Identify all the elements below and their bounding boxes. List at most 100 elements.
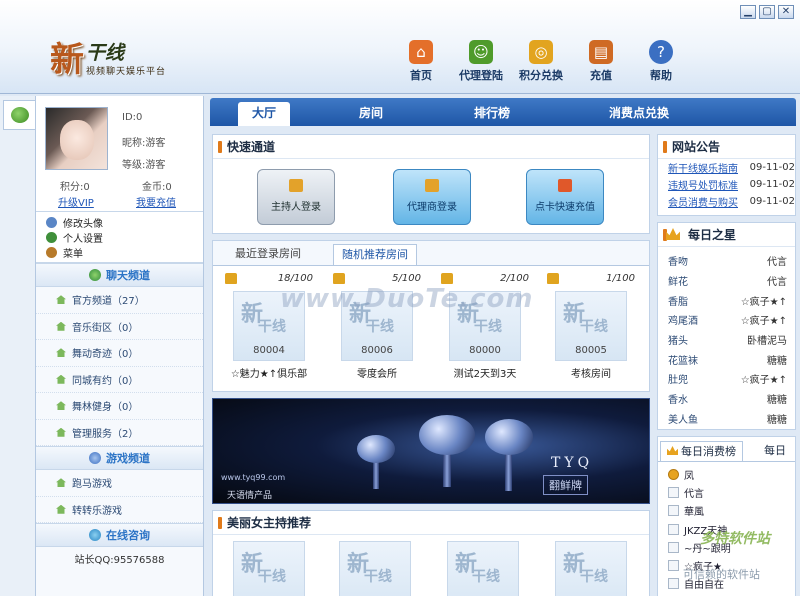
menu-menu[interactable]: 菜单 bbox=[46, 245, 203, 260]
logo-slogan: 视频聊天娱乐平台 bbox=[86, 67, 167, 77]
brand-logo[interactable]: 新 干线 视频聊天娱乐平台 bbox=[50, 34, 190, 84]
daily-star-title-text: 每日之星 bbox=[688, 228, 737, 242]
upgrade-vip-link[interactable]: 升级VIP bbox=[58, 194, 94, 209]
maximize-button[interactable]: ▢ bbox=[759, 5, 775, 19]
ad-banner[interactable]: www.tyq99.com 天语情产品 TYQ 翻鲜牌 bbox=[212, 398, 650, 504]
nav-label: 充值 bbox=[590, 69, 612, 82]
consume-item[interactable]: 華風 bbox=[658, 502, 795, 520]
side-tab-users[interactable] bbox=[3, 100, 35, 130]
main-tabbar: 大厅 房间 排行榜 消费点兑换 bbox=[210, 98, 796, 126]
users-icon bbox=[46, 217, 57, 228]
gift-name: 鲜花 bbox=[668, 277, 688, 289]
game-item[interactable]: 跑马游戏 bbox=[36, 470, 203, 497]
room-id: 80000 bbox=[469, 345, 501, 356]
tab-rooms[interactable]: 房间 bbox=[346, 102, 396, 126]
game-item[interactable]: 转转乐游戏 bbox=[36, 497, 203, 523]
menu-settings[interactable]: 个人设置 bbox=[46, 230, 203, 245]
daily-star-row[interactable]: 花篮袜 糖糖 bbox=[668, 349, 787, 369]
tab-lobby[interactable]: 大厅 bbox=[238, 102, 290, 126]
daily-star-row[interactable]: 香脂 ☆疯子★↑ bbox=[668, 290, 787, 310]
nav-help-button[interactable]: ? 帮助 bbox=[632, 40, 690, 83]
star-user: 代言 bbox=[767, 277, 787, 289]
hosts-panel: 美丽女主持推荐 新干线 新干线 新干线 新干线 bbox=[212, 510, 650, 596]
rank-badge-icon bbox=[668, 560, 679, 572]
host-thumbnail[interactable]: 新干线 bbox=[233, 541, 305, 596]
globe-icon bbox=[89, 269, 101, 281]
daily-star-row[interactable]: 美人鱼 糖糖 bbox=[668, 409, 787, 429]
notice-date: 09-11-02 bbox=[749, 179, 795, 190]
minimize-button[interactable]: ▁ bbox=[740, 5, 756, 19]
banner-url: www.tyq99.com bbox=[221, 473, 286, 482]
tab-recent-rooms[interactable]: 最近登录房间 bbox=[227, 244, 309, 265]
rank-badge-icon bbox=[668, 578, 679, 590]
channel-item[interactable]: 管理服务（2） bbox=[36, 420, 203, 446]
house-icon bbox=[56, 348, 66, 358]
consume-item[interactable]: 代言 bbox=[658, 483, 795, 501]
daily-star-row[interactable]: 鸡尾酒 ☆疯子★↑ bbox=[668, 310, 787, 330]
rank-badge-icon bbox=[668, 523, 679, 535]
host-login-button[interactable]: 主持人登录 bbox=[257, 169, 335, 225]
thumb-logo-name: 干线 bbox=[472, 569, 500, 585]
channel-item[interactable]: 官方频道（27） bbox=[36, 287, 203, 314]
consume-item[interactable]: 凤 bbox=[658, 465, 795, 483]
notice-item[interactable]: 会员消费与购买 09-11-02 bbox=[658, 193, 795, 210]
room-name: 测试2天到3天 bbox=[453, 369, 517, 380]
notice-title-text: 会员消费与购买 bbox=[668, 198, 738, 209]
gamepad-icon bbox=[89, 452, 101, 464]
user-menu: 修改头像 个人设置 菜单 bbox=[36, 212, 203, 263]
channel-item[interactable]: 同城有约（0） bbox=[36, 367, 203, 393]
house-icon bbox=[56, 321, 66, 331]
host-thumbnail[interactable]: 新干线 bbox=[339, 541, 411, 596]
tab-daily-consume[interactable]: 每日消费榜 bbox=[660, 441, 743, 461]
host-thumbnail[interactable]: 新干线 bbox=[555, 541, 627, 596]
room-card[interactable]: 1/100 新干线 80005 考核房间 bbox=[541, 271, 641, 380]
thumb-logo-name: 干线 bbox=[364, 569, 392, 585]
daily-star-panel: 每日之星 香吻 代言鲜花 代言 香脂 ☆疯子★↑ 鸡尾酒 ☆疯子★↑ 猪头 卧槽泥马 花篮袜 糖糖肚… bbox=[657, 222, 796, 430]
close-button[interactable]: ✕ bbox=[778, 5, 794, 19]
menu-change-avatar[interactable]: 修改头像 bbox=[46, 215, 203, 230]
nav-home-button[interactable]: ⌂ 首页 bbox=[392, 40, 450, 83]
house-icon bbox=[56, 295, 66, 305]
user-id: ID:0 bbox=[122, 112, 143, 123]
room-id: 80006 bbox=[361, 345, 393, 356]
recharge-link[interactable]: 我要充值 bbox=[136, 194, 176, 209]
agent-icon bbox=[425, 179, 439, 192]
nav-label: 积分兑换 bbox=[519, 69, 563, 82]
daily-star-row[interactable]: 肚兜 ☆疯子★↑ bbox=[668, 369, 787, 389]
channel-item[interactable]: 音乐街区（0） bbox=[36, 314, 203, 340]
card-recharge-button[interactable]: 点卡快速充值 bbox=[526, 169, 604, 225]
agent-login-button[interactable]: 代理商登录 bbox=[393, 169, 471, 225]
tab-points-exchange[interactable]: 消费点兑换 bbox=[594, 102, 684, 126]
room-thumbnail[interactable]: 新干线 80005 bbox=[555, 291, 627, 361]
nav-recharge-button[interactable]: ▤ 充值 bbox=[572, 40, 630, 83]
nav-points-exchange-button[interactable]: ◎ 积分兑换 bbox=[512, 40, 570, 83]
daily-star-row[interactable]: 猪头 卧槽泥马 bbox=[668, 330, 787, 350]
channel-item[interactable]: 舞动奇迹（0） bbox=[36, 340, 203, 367]
channel-item[interactable]: 舞林健身（0） bbox=[36, 393, 203, 420]
notice-title: 网站公告 bbox=[658, 135, 795, 159]
chat-icon bbox=[89, 529, 101, 541]
notice-item[interactable]: 新干线娱乐指南 09-11-02 bbox=[658, 159, 795, 176]
daily-star-row[interactable]: 香水 糖糖 bbox=[668, 389, 787, 409]
daily-star-row[interactable]: 鲜花 代言 bbox=[668, 271, 787, 291]
room-id: 80004 bbox=[253, 345, 285, 356]
tab-ranking[interactable]: 排行榜 bbox=[462, 102, 522, 126]
notice-item[interactable]: 违规号处罚标准 09-11-02 bbox=[658, 176, 795, 193]
daily-star-row[interactable]: 香吻 代言 bbox=[668, 251, 787, 271]
menu-label: 修改头像 bbox=[63, 219, 103, 230]
users-icon bbox=[10, 107, 29, 123]
left-panel: ID:0 昵称:游客 等级:游客 积分:0 金币:0 升级VIP 我要充值 修改… bbox=[36, 96, 204, 596]
star-user: 卧槽泥马 bbox=[747, 336, 787, 348]
watermark-corner-title: 多特软件站 bbox=[700, 531, 770, 547]
star-user: 糖糖 bbox=[767, 414, 787, 426]
user-info-box: ID:0 昵称:游客 等级:游客 积分:0 金币:0 升级VIP 我要充值 bbox=[36, 96, 203, 212]
tab-recommended-rooms[interactable]: 随机推荐房间 bbox=[333, 244, 417, 265]
host-thumbnail[interactable]: 新干线 bbox=[447, 541, 519, 596]
crown-icon bbox=[667, 446, 678, 455]
side-strip bbox=[0, 96, 36, 596]
nav-agent-login-button[interactable]: ☺ 代理登陆 bbox=[452, 40, 510, 83]
window-controls: ▁ ▢ ✕ bbox=[740, 5, 794, 19]
avatar[interactable] bbox=[45, 107, 108, 170]
tab-daily-other[interactable]: 每日 bbox=[758, 441, 792, 461]
webcam-stand bbox=[373, 459, 379, 489]
